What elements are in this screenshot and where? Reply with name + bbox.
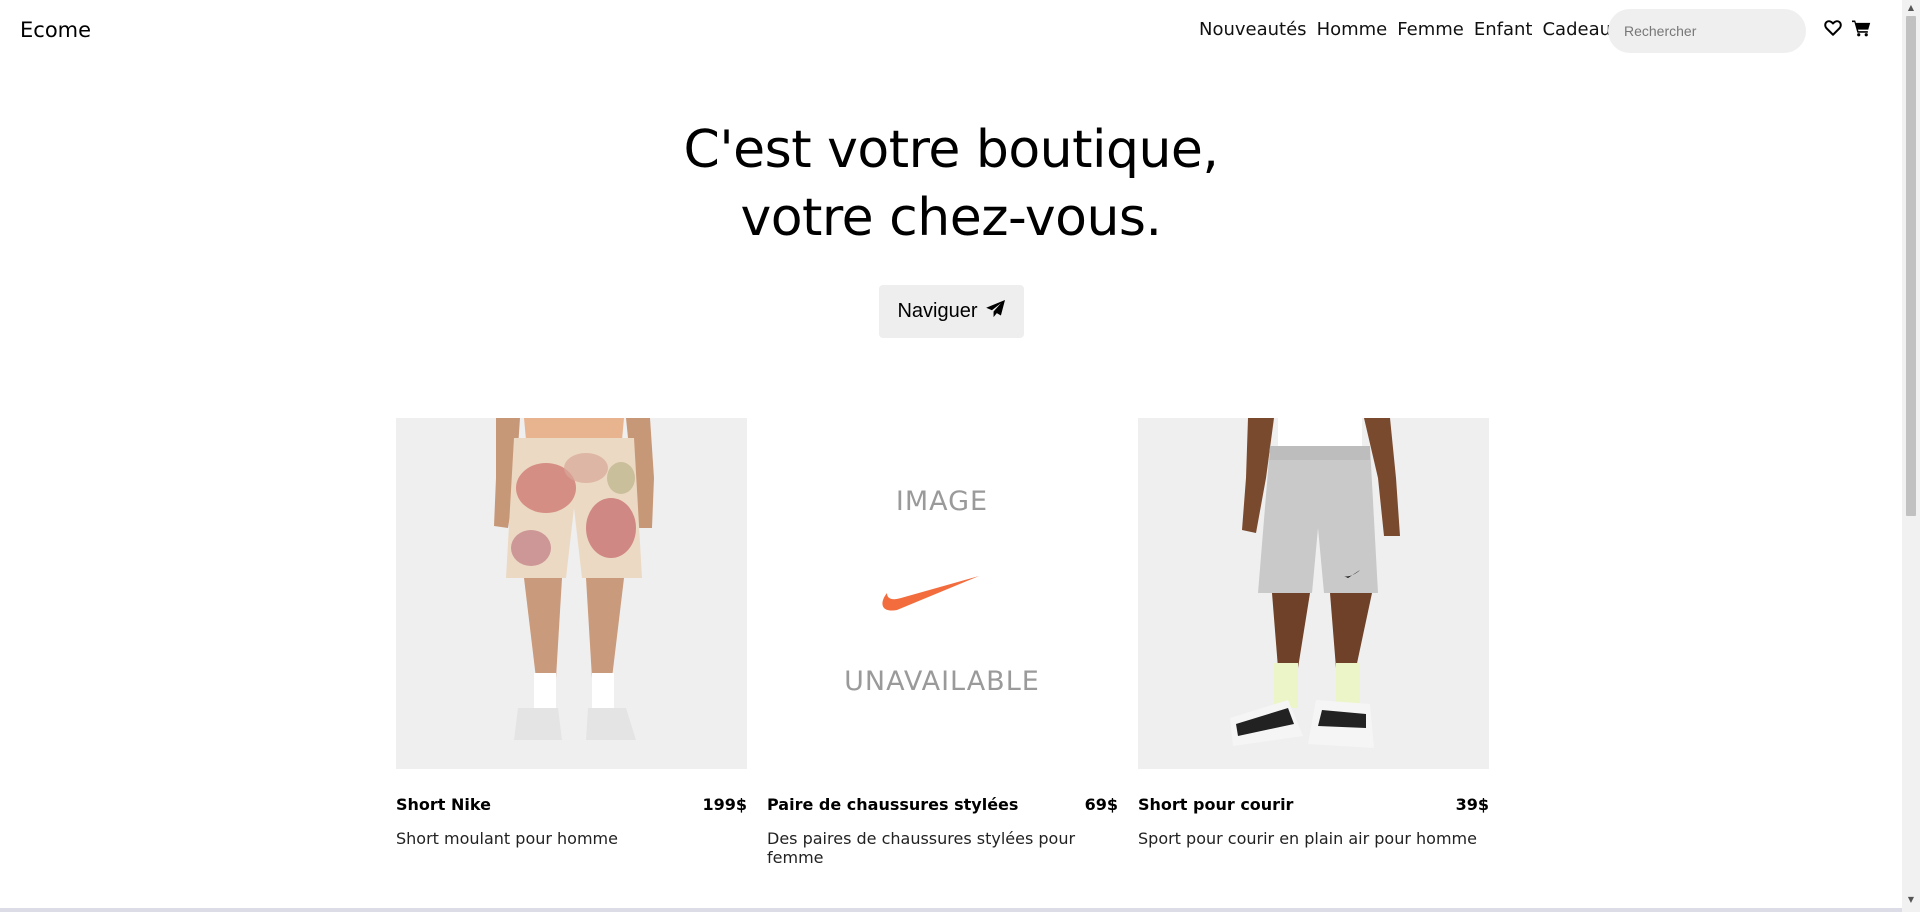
navigate-button[interactable]: Naviguer [879,285,1024,338]
nav-item-homme[interactable]: Homme [1317,19,1388,40]
heart-icon[interactable] [1824,19,1846,41]
product-name[interactable]: Short Nike [396,795,491,814]
nav-item-enfant[interactable]: Enfant [1474,19,1533,40]
product-price: 199$ [702,795,747,814]
product-name[interactable]: Short pour courir [1138,795,1293,814]
paper-plane-icon [985,299,1006,324]
product-description: Des paires de chaussures stylées pour fe… [767,829,1076,867]
navigate-button-label: Naviguer [897,300,978,322]
product-price: 39$ [1455,795,1489,814]
header: Ecome Nouveautés Homme Femme Enfant Cade… [0,0,1902,62]
product-list: Short Nike 199$ Short moulant pour homme… [396,418,1489,867]
product-name[interactable]: Paire de chaussures stylées [767,795,1018,814]
hero-title: C'est votre boutique, votre chez-vous. [0,116,1902,252]
product-image-tie-dye-shorts[interactable] [396,418,747,769]
product-header: Short Nike 199$ [396,795,747,814]
product-description: Short moulant pour homme [396,829,618,848]
placeholder-bottom-text: UNAVAILABLE [844,666,1040,697]
image-unavailable-placeholder[interactable]: IMAGE UNAVAILABLE [767,418,1118,769]
product-card[interactable]: Short pour courir 39$ Sport pour courir … [1138,418,1489,867]
product-price: 69$ [1084,795,1118,814]
product-description: Sport pour courir en plain air pour homm… [1138,829,1477,848]
nav-item-nouveautes[interactable]: Nouveautés [1199,19,1307,40]
product-header: Paire de chaussures stylées 69$ [767,795,1118,814]
search-input[interactable] [1608,9,1806,53]
nav-item-femme[interactable]: Femme [1397,19,1464,40]
vertical-scrollbar[interactable]: ▲ ▼ [1902,0,1920,912]
main-nav: Nouveautés Homme Femme Enfant Cadeaux [1199,19,1622,40]
product-header: Short pour courir 39$ [1138,795,1489,814]
product-card[interactable]: Short Nike 199$ Short moulant pour homme [396,418,747,867]
placeholder-top-text: IMAGE [896,486,988,517]
hero-line-1: C'est votre boutique, [683,120,1219,180]
product-card[interactable]: IMAGE UNAVAILABLE Paire de chaussures st… [767,418,1118,867]
cart-icon[interactable] [1852,19,1874,41]
hero-line-2: votre chez-vous. [740,188,1162,248]
page: Ecome Nouveautés Homme Femme Enfant Cade… [0,0,1902,912]
scrollbar-thumb[interactable] [1906,16,1916,516]
scroll-up-arrow-icon[interactable]: ▲ [1902,0,1920,16]
product-image-grey-shorts[interactable] [1138,418,1489,769]
horizontal-scrollbar-track [0,908,1902,912]
logo[interactable]: Ecome [20,18,91,42]
scroll-down-arrow-icon[interactable]: ▼ [1902,892,1920,908]
